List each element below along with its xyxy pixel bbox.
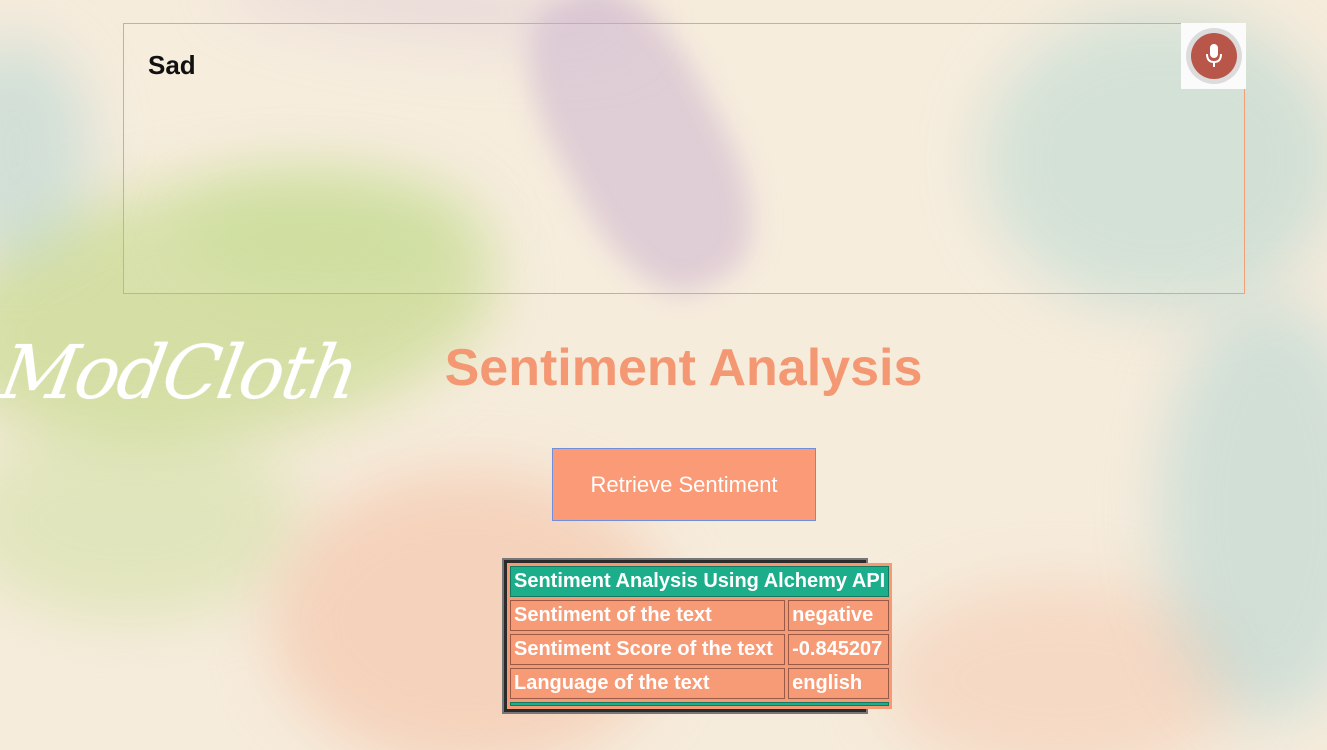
mic-button-core[interactable] bbox=[1190, 33, 1237, 79]
row-label: Sentiment Score of the text bbox=[510, 634, 786, 665]
table-header: Sentiment Analysis Using Alchemy API bbox=[510, 566, 890, 597]
row-value: english bbox=[788, 668, 890, 699]
page-title: Sentiment Analysis bbox=[444, 339, 923, 397]
microphone-icon bbox=[1205, 44, 1222, 67]
bg-floral-blue bbox=[0, 40, 90, 260]
retrieve-sentiment-button[interactable]: Retrieve Sentiment bbox=[552, 448, 816, 521]
table-row: Sentiment Score of the text -0.845207 bbox=[510, 634, 890, 665]
row-label: Language of the text bbox=[510, 668, 786, 699]
table-footer-row bbox=[510, 702, 890, 706]
results-grid: Sentiment Analysis Using Alchemy API Sen… bbox=[507, 563, 893, 709]
table-header-row: Sentiment Analysis Using Alchemy API bbox=[510, 566, 890, 597]
speech-text-area[interactable]: Sad bbox=[123, 23, 1245, 294]
row-value: -0.845207 bbox=[788, 634, 890, 665]
mic-button[interactable] bbox=[1181, 23, 1246, 89]
speech-text[interactable]: Sad bbox=[148, 50, 196, 81]
table-row: Language of the text english bbox=[510, 668, 890, 699]
bg-green-wash bbox=[0, 420, 300, 620]
table-row: Sentiment of the text negative bbox=[510, 600, 890, 631]
row-label: Sentiment of the text bbox=[510, 600, 786, 631]
table-footer-bar bbox=[510, 702, 890, 706]
results-table: Sentiment Analysis Using Alchemy API Sen… bbox=[502, 558, 893, 714]
row-value: negative bbox=[788, 600, 890, 631]
bg-peach-wash bbox=[880, 580, 1240, 750]
mic-button-ring[interactable] bbox=[1185, 28, 1242, 84]
